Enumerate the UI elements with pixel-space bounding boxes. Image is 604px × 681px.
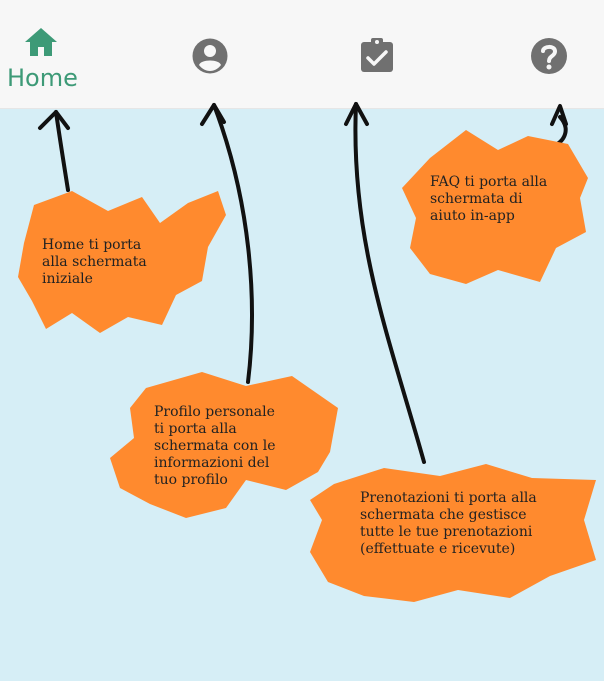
callout-faq-text: FAQ ti porta alla schermata di aiuto in-… [430,174,548,224]
account-circle-icon [192,38,228,74]
home-icon [25,28,57,56]
callout-home: Home ti porta alla schermata iniziale [12,185,232,335]
nav-item-home[interactable]: Home [0,0,84,108]
nav-item-faq[interactable] [508,0,592,108]
nav-item-bookings[interactable] [338,0,422,108]
arrowhead-home [38,110,70,130]
nav-label-home: Home [7,64,78,92]
callout-profile-text: Profilo personale ti porta alla schermat… [154,404,276,488]
arrow-home [54,110,70,192]
callout-faq: FAQ ti porta alla schermata di aiuto in-… [400,128,596,288]
callout-bookings: Prenotazioni ti porta alla schermata che… [304,460,604,606]
callout-bookings-text: Prenotazioni ti porta alla schermata che… [360,490,537,557]
navigation-bar: Home [0,0,604,109]
clipboard-check-icon [361,38,393,72]
help-circle-icon [531,38,567,74]
callout-home-text: Home ti porta alla schermata iniziale [42,237,147,287]
nav-item-profile[interactable] [168,0,252,108]
